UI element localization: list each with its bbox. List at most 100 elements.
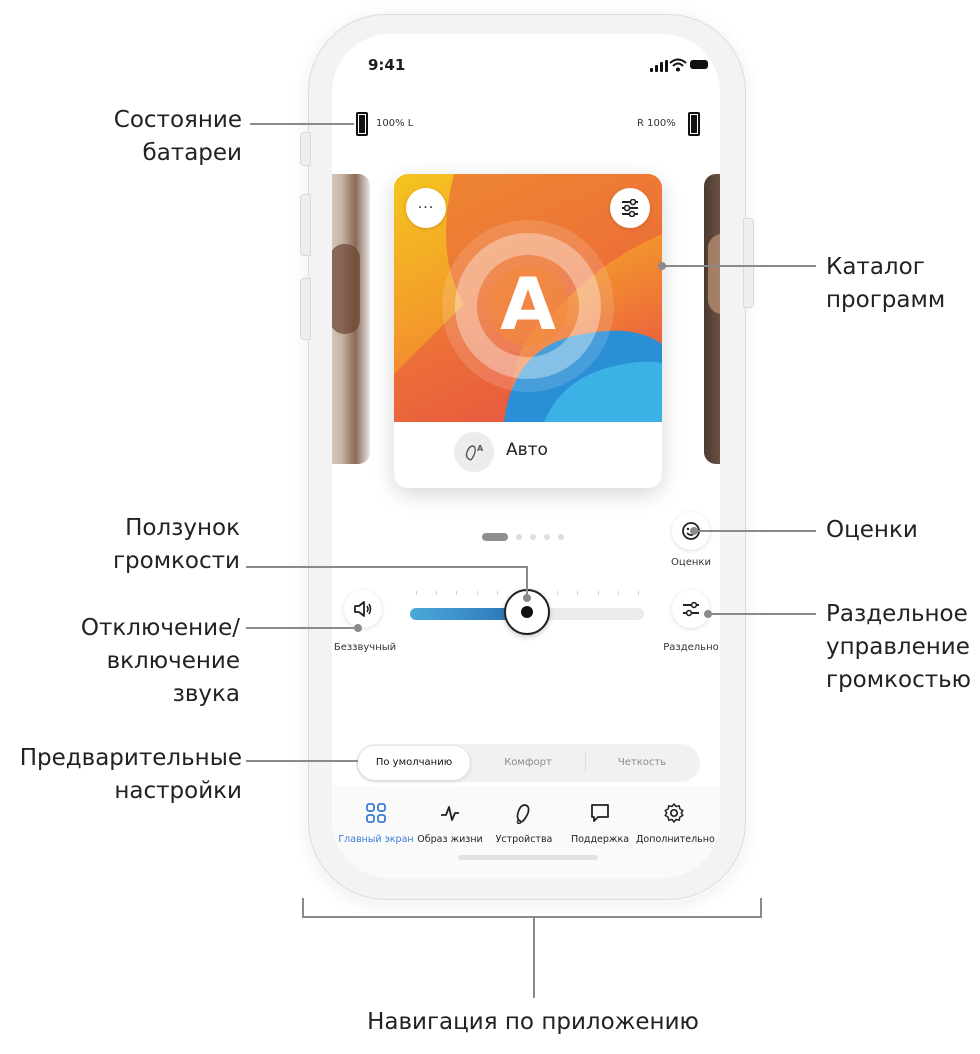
callout-mute-line1: Отключение/ — [80, 615, 240, 641]
callout-program-catalog: Каталог программ — [826, 251, 976, 317]
tab-devices-label: Устройства — [495, 834, 553, 845]
right-battery-label: R 100% — [637, 118, 676, 129]
side-button-3 — [300, 278, 311, 340]
program-settings-button[interactable] — [610, 188, 650, 228]
callout-split-volume-line3: громкостью — [826, 667, 972, 693]
tab-more-label: Дополнительно — [636, 834, 715, 845]
callout-mute-line2: включение звука — [106, 648, 240, 707]
presets-selector: По умолчанию Комфорт Четкость — [356, 744, 700, 782]
leader-battery — [250, 123, 354, 125]
callout-volume-slider: Ползунок громкости — [80, 512, 240, 578]
leader-split — [710, 613, 816, 615]
signal-icon — [650, 60, 668, 72]
app-screen: 9:41 100% L R 100% A ··· A Авто Оценки Б… — [332, 34, 720, 878]
next-program-card[interactable] — [704, 174, 720, 464]
carousel-dot-active[interactable] — [482, 533, 508, 541]
leader-volume-h — [246, 566, 528, 568]
leader-catalog — [664, 265, 816, 267]
carousel-dot[interactable] — [558, 534, 564, 540]
carousel-indicator — [482, 533, 564, 541]
split-sliders-icon — [683, 601, 699, 617]
callout-volume-slider-line2: громкости — [112, 548, 240, 574]
carousel-dot[interactable] — [530, 534, 536, 540]
tab-home[interactable]: Главный экран — [338, 802, 414, 845]
mute-button[interactable] — [344, 590, 382, 628]
volume-tick — [476, 591, 478, 595]
preset-default[interactable]: По умолчанию — [358, 746, 470, 780]
program-type-icon: A — [454, 432, 494, 472]
volume-tick — [456, 591, 458, 595]
side-button-1 — [300, 132, 311, 166]
volume-tick — [436, 591, 438, 595]
callout-mute: Отключение/ включение звука — [40, 612, 240, 711]
tab-home-label: Главный экран — [338, 834, 414, 845]
callout-ratings: Оценки — [826, 514, 976, 547]
callout-volume-slider-line1: Ползунок — [125, 515, 240, 541]
volume-tick — [617, 591, 619, 595]
sliders-icon — [622, 199, 638, 217]
callout-battery-status: Состояние батареи — [70, 104, 242, 170]
volume-tick — [638, 591, 639, 595]
volume-tick — [416, 591, 417, 595]
volume-tick — [557, 591, 559, 595]
side-button-4 — [743, 218, 754, 308]
bracket-right — [760, 898, 762, 918]
callout-presets-line1: Предварительные — [19, 745, 242, 771]
volume-tick — [496, 591, 498, 595]
callout-battery-status-line1: Состояние — [113, 107, 242, 133]
split-volume-button[interactable] — [672, 590, 710, 628]
hearing-aid-icon — [516, 804, 530, 825]
callout-app-navigation-line1: Навигация по приложению — [367, 1009, 699, 1035]
preset-clarity[interactable]: Четкость — [586, 744, 698, 782]
home-indicator[interactable] — [458, 855, 598, 860]
program-letter: A — [500, 262, 556, 346]
callout-ratings-line1: Оценки — [826, 517, 918, 543]
leader-dot-mute — [354, 624, 362, 632]
carousel-dot[interactable] — [544, 534, 550, 540]
tab-more[interactable]: Дополнительно — [636, 802, 715, 845]
leader-presets — [246, 760, 358, 762]
leader-dot-volume — [523, 594, 531, 602]
prev-program-card[interactable] — [332, 174, 370, 464]
right-battery-icon — [688, 112, 700, 136]
callout-split-volume: Раздельное управление громкостью — [826, 598, 980, 697]
leader-volume-v — [526, 566, 528, 596]
tab-lifestyle-label: Образ жизни — [417, 834, 483, 845]
side-button-2 — [300, 194, 311, 256]
preset-comfort[interactable]: Комфорт — [472, 744, 584, 782]
status-battery-icon — [690, 60, 708, 69]
tab-devices[interactable]: Устройства — [486, 802, 562, 845]
callout-program-catalog-line1: Каталог — [826, 254, 925, 280]
mute-label: Беззвучный — [333, 642, 397, 653]
callout-presets-line2: настройки — [114, 778, 242, 804]
bracket-left — [302, 898, 304, 918]
program-name: Авто — [506, 440, 548, 460]
leader-navigation — [533, 916, 535, 998]
left-battery-label: 100% L — [376, 118, 414, 129]
bracket-bottom — [302, 916, 762, 918]
status-time: 9:41 — [368, 56, 406, 74]
grid-icon — [366, 803, 386, 823]
tab-support[interactable]: Поддержка — [562, 802, 638, 845]
leader-mute — [246, 627, 358, 629]
tab-lifestyle[interactable]: Образ жизни — [412, 802, 488, 845]
leader-ratings — [696, 530, 816, 532]
program-card[interactable]: A ··· A Авто — [394, 174, 662, 488]
tab-support-label: Поддержка — [570, 834, 630, 845]
split-volume-label: Раздельно — [663, 642, 719, 653]
gear-icon — [664, 803, 684, 823]
callout-split-volume-line1: Раздельное — [826, 601, 968, 627]
ratings-label: Оценки — [671, 557, 711, 568]
svg-text:A: A — [477, 444, 484, 453]
carousel-dot[interactable] — [516, 534, 522, 540]
volume-tick — [577, 591, 579, 595]
callout-presets: Предварительные настройки — [6, 742, 242, 808]
callout-battery-status-line2: батареи — [142, 140, 242, 166]
callout-program-catalog-line2: программ — [826, 287, 946, 313]
wifi-icon — [669, 58, 687, 72]
more-options-button[interactable]: ··· — [406, 188, 446, 228]
left-battery-icon — [356, 112, 368, 136]
chat-bubble-icon — [591, 804, 609, 822]
pulse-icon — [441, 806, 459, 821]
callout-app-navigation: Навигация по приложению — [300, 1006, 766, 1039]
